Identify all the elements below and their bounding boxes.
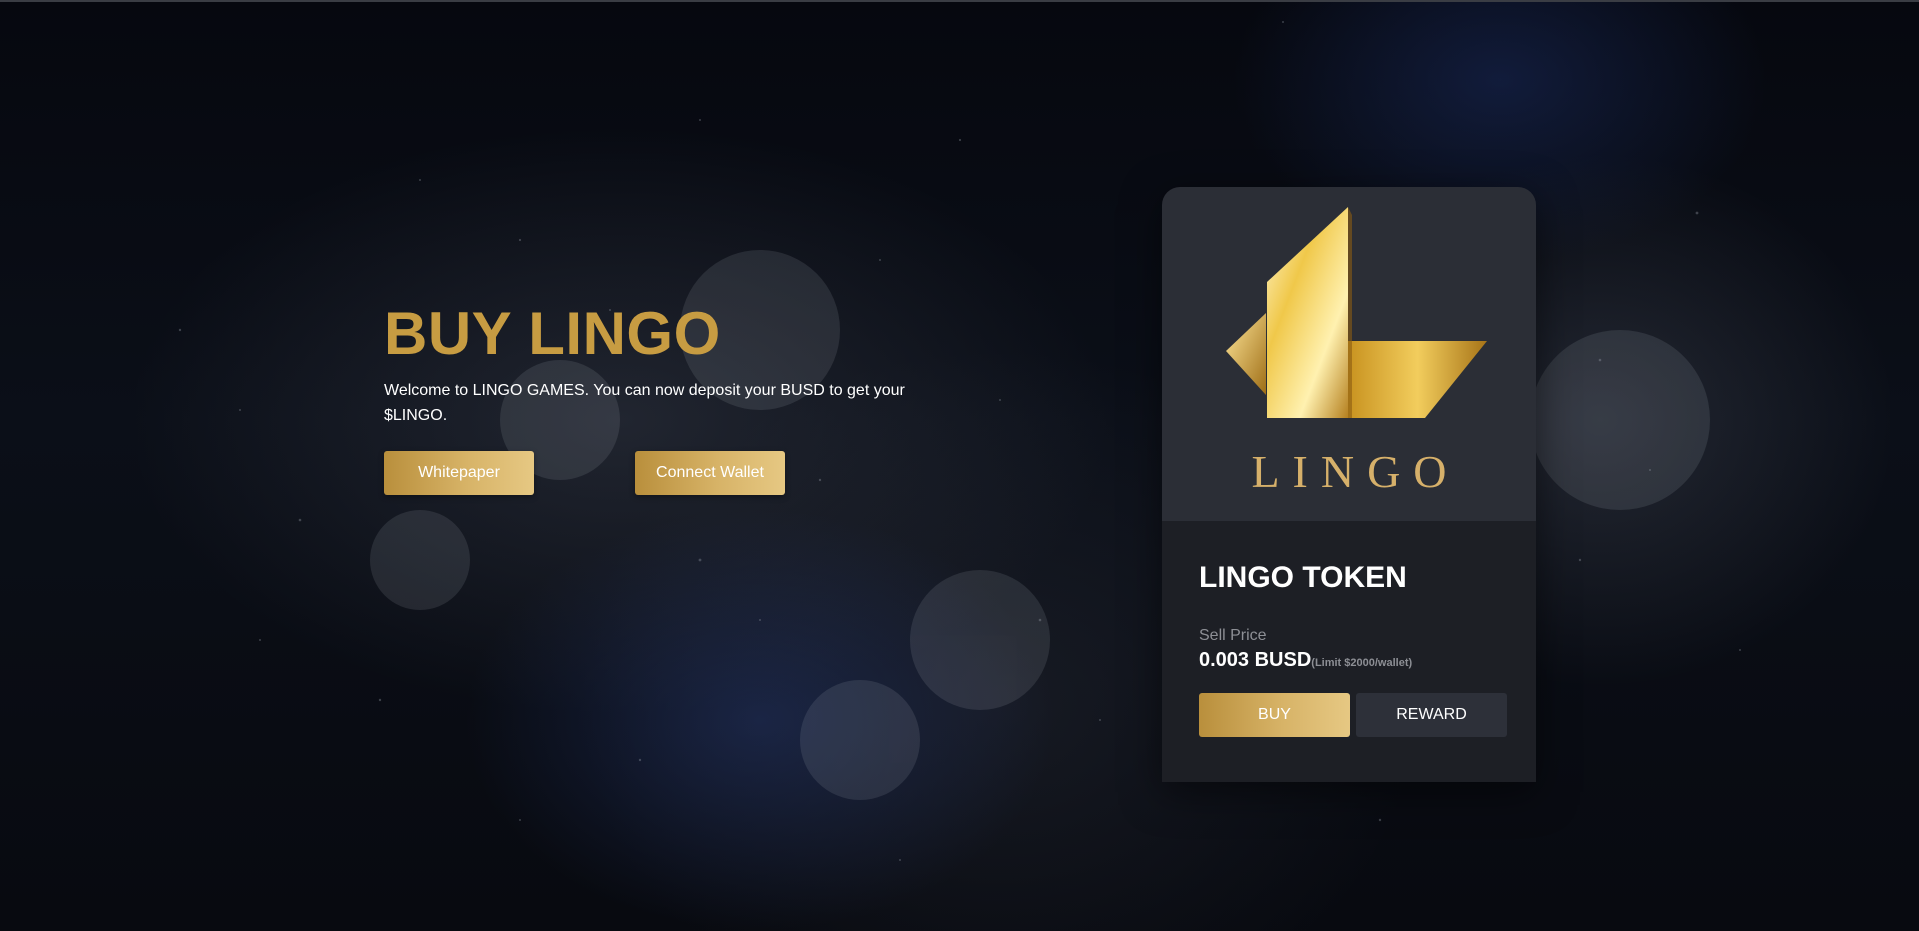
token-title: LINGO TOKEN [1199,561,1407,594]
hero-section: BUY LINGO Welcome to LINGO GAMES. You ca… [384,300,944,497]
token-logo-area: LINGO [1162,187,1536,521]
buy-button[interactable]: BUY [1199,693,1350,737]
space-texture [178,21,1741,861]
whitepaper-button[interactable]: Whitepaper [384,451,534,495]
price-row: 0.003 BUSD(Limit $2000/wallet) [1199,649,1412,672]
sell-price-label: Sell Price [1199,627,1267,644]
logo-wordmark: LINGO [1251,446,1460,497]
page-background: BUY LINGO Welcome to LINGO GAMES. You ca… [0,0,1919,931]
page-title: BUY LINGO [384,300,721,367]
hero-actions: Whitepaper Connect Wallet [384,451,944,497]
connect-wallet-button[interactable]: Connect Wallet [635,451,785,495]
price-value: 0.003 BUSD [1199,649,1312,671]
price-limit-note: (Limit $2000/wallet) [1311,657,1413,669]
token-card-body: LINGO TOKEN Sell Price 0.003 BUSD(Limit … [1162,521,1536,782]
hero-description: Welcome to LINGO GAMES. You can now depo… [384,382,905,424]
reward-button[interactable]: REWARD [1356,693,1507,737]
token-card: LINGO LINGO TOKEN Sell Price 0.003 BUSD(… [1162,187,1536,782]
